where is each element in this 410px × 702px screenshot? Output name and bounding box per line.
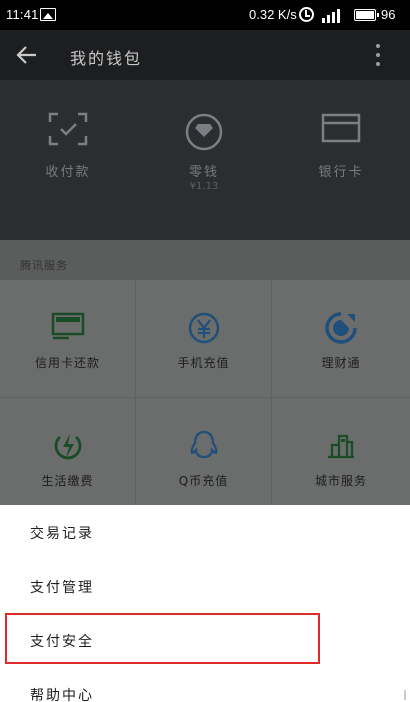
city-icon	[325, 430, 357, 464]
service-wealth[interactable]: 理财通	[272, 280, 410, 397]
service-qcoin-topup[interactable]: Q币充值	[136, 398, 271, 515]
penguin-icon	[189, 430, 219, 466]
signal-icon	[322, 7, 344, 23]
alarm-icon	[299, 7, 314, 22]
service-label: Q币充值	[178, 474, 229, 488]
menu-item-label: 交易记录	[30, 526, 94, 542]
menu-item-label: 支付管理	[30, 580, 94, 596]
service-city[interactable]: 城市服务	[272, 398, 410, 515]
wallet-item-label: 银行卡	[318, 165, 364, 180]
menu-item-help-center[interactable]: 帮助中心	[0, 667, 410, 702]
card-icon	[321, 112, 361, 148]
back-arrow-icon[interactable]	[14, 42, 40, 68]
wallet-item-change[interactable]: 零钱 ¥1.13	[136, 80, 272, 240]
page-title: 我的钱包	[70, 49, 143, 68]
service-label: 手机充值	[177, 356, 230, 370]
service-utilities[interactable]: 生活缴费	[0, 398, 135, 515]
services-header: 腾讯服务	[0, 240, 410, 280]
scrollbar	[404, 690, 406, 700]
wallet-item-bank-card[interactable]: 银行卡	[272, 80, 410, 240]
service-label: 信用卡还款	[34, 356, 100, 370]
menu-item-payment-management[interactable]: 支付管理	[0, 559, 410, 613]
network-speed: 0.32 K/s	[249, 7, 297, 22]
battery-icon	[354, 9, 379, 21]
app-bar: 我的钱包	[0, 30, 410, 80]
services-header-label: 腾讯服务	[20, 259, 68, 272]
wallet-item-label: 收付款	[45, 165, 91, 180]
image-icon	[40, 8, 56, 21]
wallet-item-pay[interactable]: 收付款	[0, 80, 136, 240]
service-phone-topup[interactable]: 手机充值	[136, 280, 271, 397]
service-label: 理财通	[321, 356, 361, 370]
bottom-menu: 交易记录 支付管理 支付安全 帮助中心	[0, 505, 410, 702]
lightning-icon	[52, 430, 84, 466]
service-credit-card-repay[interactable]: 信用卡还款	[0, 280, 135, 397]
wallet-summary: 收付款 零钱 ¥1.13 银行卡	[0, 80, 410, 240]
service-label: 生活缴费	[41, 474, 94, 488]
status-bar: 11:41 0.32 K/s 96	[0, 0, 410, 30]
wealth-icon	[325, 312, 357, 348]
services-grid: 信用卡还款 手机充值 理财通 生活缴费 Q币充值 城市服务	[0, 280, 410, 505]
wallet-item-label: 零钱	[188, 165, 219, 180]
menu-item-transactions[interactable]: 交易记录	[0, 505, 410, 559]
credit-card-icon	[51, 312, 85, 344]
more-vert-icon[interactable]	[370, 42, 386, 68]
menu-item-label: 帮助中心	[30, 688, 94, 702]
status-time: 11:41	[6, 7, 39, 22]
yuan-icon	[188, 312, 220, 348]
highlight-box	[5, 613, 320, 664]
battery-level: 96	[381, 7, 396, 22]
coin-icon	[184, 112, 224, 156]
balance-amount: ¥1.13	[189, 181, 219, 192]
scan-icon	[48, 112, 88, 150]
service-label: 城市服务	[314, 474, 367, 488]
